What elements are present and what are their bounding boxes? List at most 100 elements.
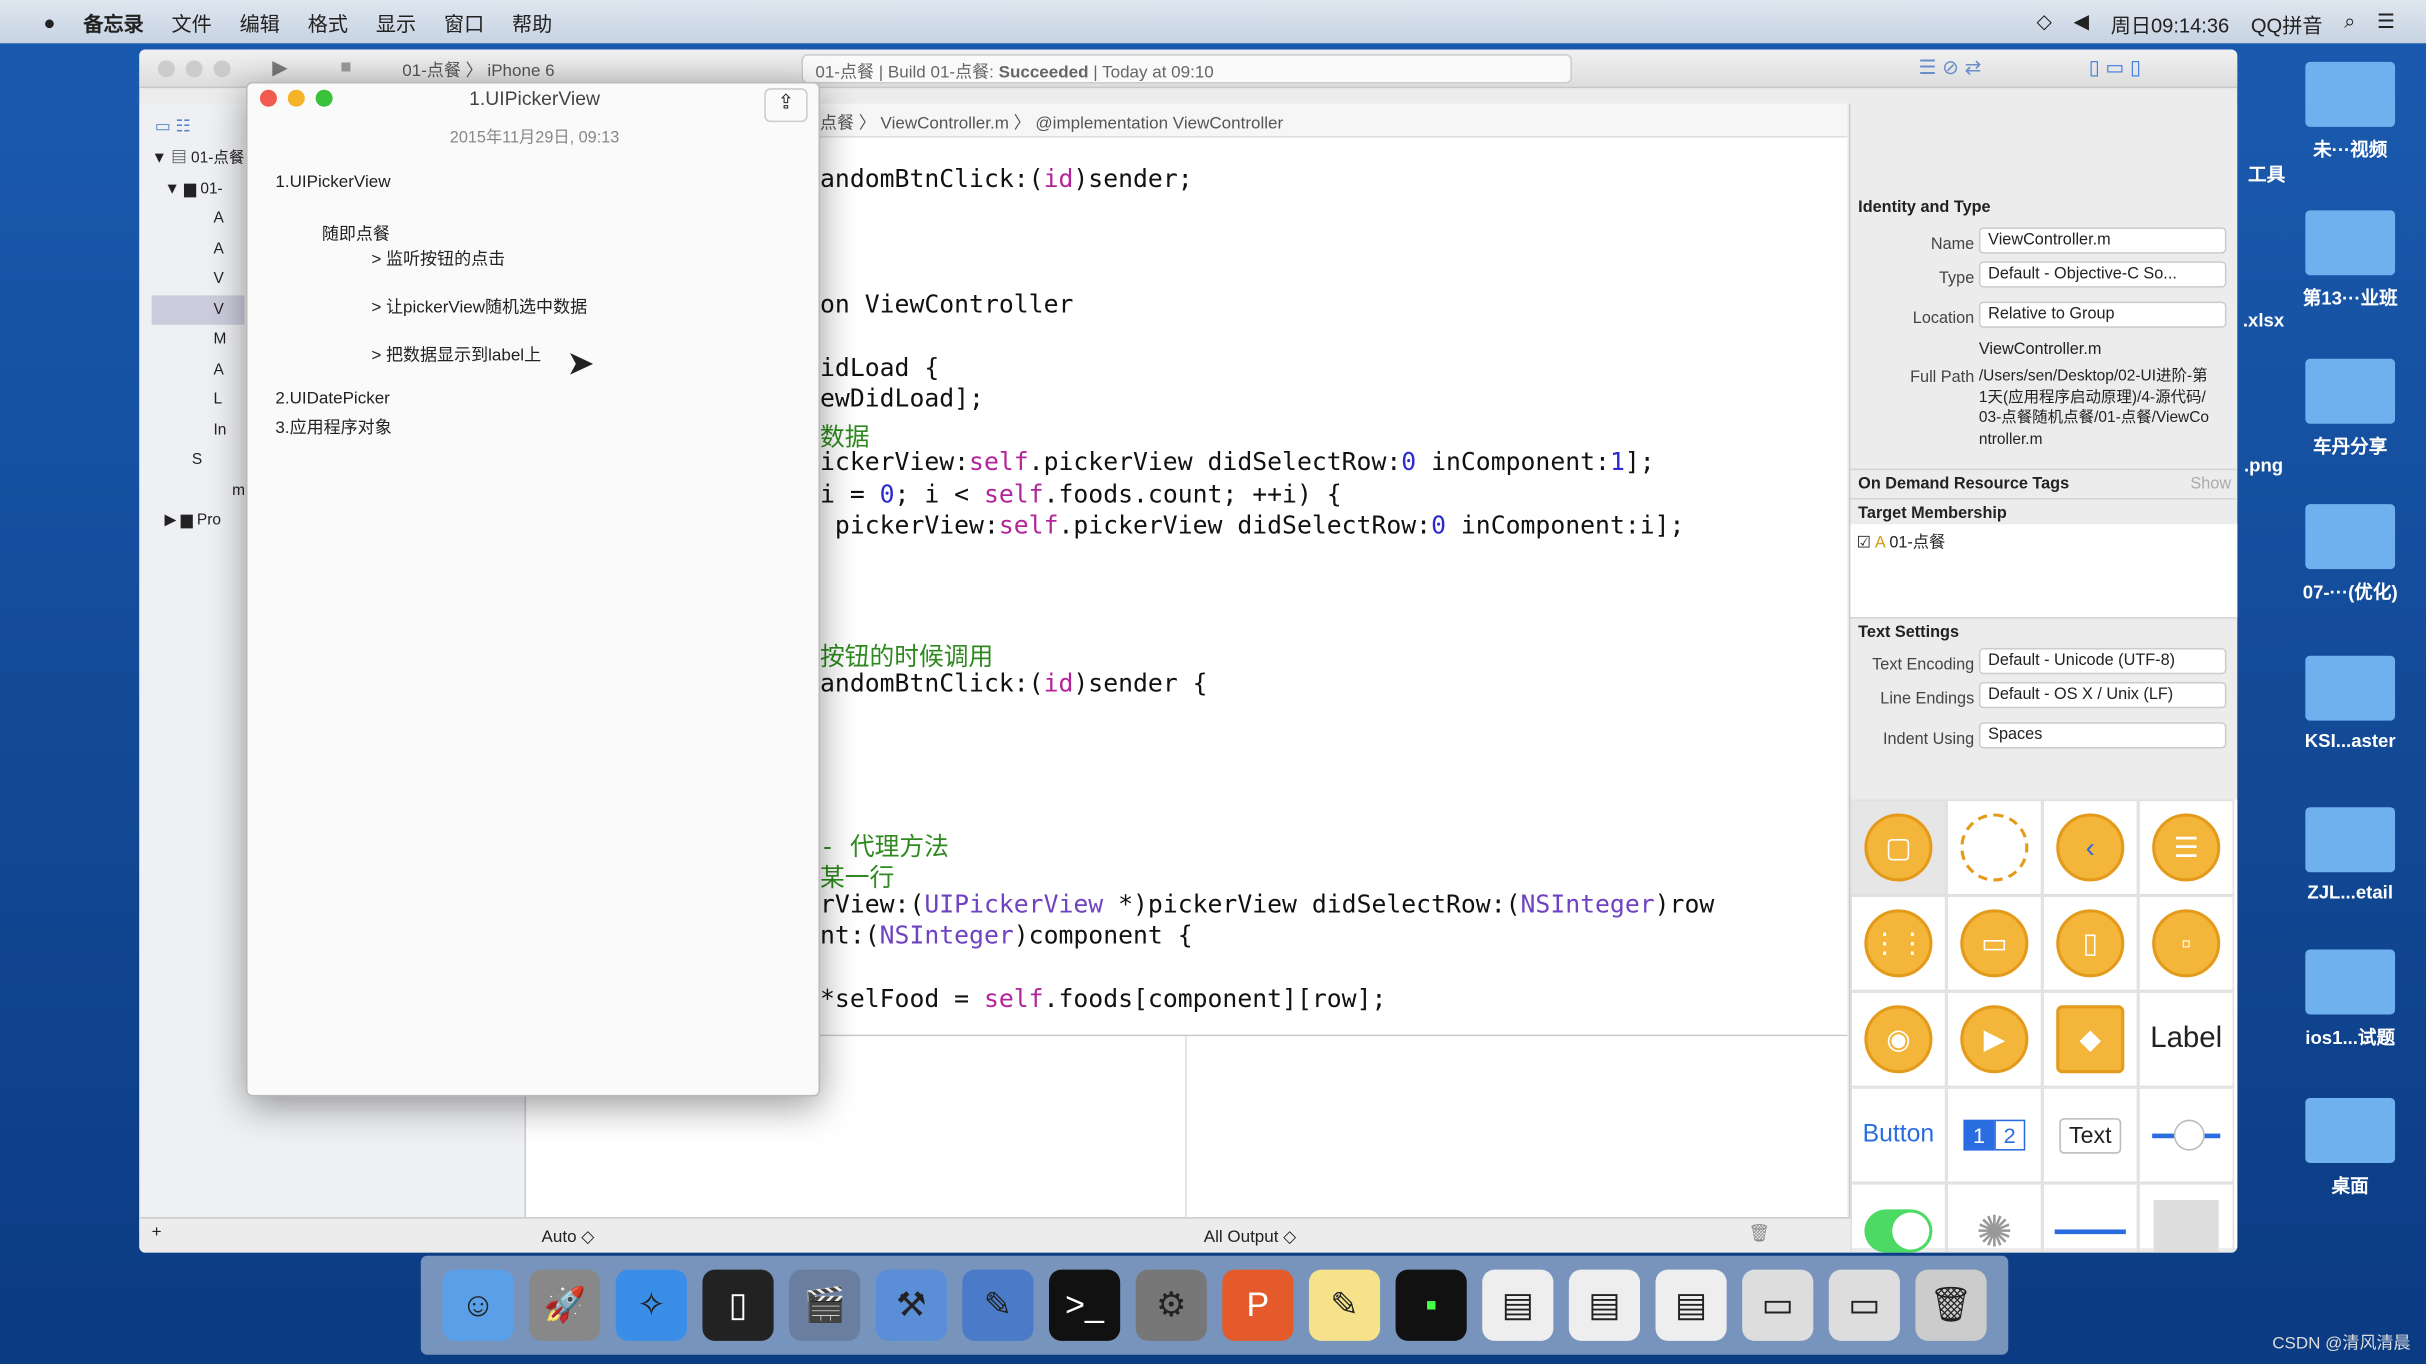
app-icon: A	[1874, 533, 1885, 553]
auto-selector[interactable]: Auto ◇	[542, 1226, 595, 1247]
desktop-item[interactable]: 第13···业班	[2281, 210, 2420, 311]
document-icon[interactable]: ▤	[1568, 1269, 1641, 1341]
menu-window[interactable]: 窗口	[444, 7, 484, 36]
type-label: Type	[1939, 269, 1975, 288]
page-control-object[interactable]	[2138, 1183, 2235, 1253]
panel-toggle-icons[interactable]: ▯ ▭ ▯	[2089, 56, 2141, 81]
code-line: nt:(NSInteger)component {	[820, 920, 1193, 950]
folder-icon	[2305, 210, 2396, 276]
finder-icon[interactable]: ☺	[442, 1269, 514, 1341]
desktop-item[interactable]: KSI...aster	[2281, 655, 2420, 752]
endings-select[interactable]: Default - OS X / Unix (LF)	[1978, 682, 2227, 709]
clock[interactable]: 周日09:14:36	[2111, 9, 2230, 38]
menu-help[interactable]: 帮助	[512, 7, 552, 36]
scheme-selector[interactable]: 01-点餐 〉 iPhone 6	[402, 57, 554, 82]
tab-bar-object[interactable]: ▭	[1946, 895, 2043, 992]
volume-icon[interactable]: ◀	[2074, 9, 2089, 38]
notes-icon[interactable]: ✎	[1308, 1269, 1381, 1341]
menu-format[interactable]: 格式	[308, 7, 348, 36]
segmented-control-object[interactable]: 12	[1946, 1087, 2043, 1184]
code-line: rView:(UIPickerView *)pickerView didSele…	[820, 889, 1715, 919]
notification-center-icon[interactable]: ☰	[2377, 9, 2395, 38]
menu-file[interactable]: 文件	[172, 7, 212, 36]
code-line: *selFood = self.foods[component][row];	[820, 983, 1387, 1013]
instruments-icon[interactable]: ✎	[962, 1269, 1034, 1341]
activity-indicator-object[interactable]: ✺	[1946, 1183, 2043, 1253]
split-view-object[interactable]: ▫	[2138, 895, 2235, 992]
fullpath-value: /Users/sen/Desktop/02-UI进阶-第1天(应用程序启动原理)…	[1978, 368, 2210, 448]
document-icon[interactable]: ▤	[1655, 1269, 1727, 1341]
code-line: andomBtnClick:(id)sender {	[820, 668, 1208, 698]
spotlight-icon[interactable]: ⌕	[2344, 9, 2355, 38]
switch-object[interactable]	[1850, 1183, 1947, 1253]
system-preferences-icon[interactable]: ⚙	[1135, 1269, 1207, 1341]
presentation-app-icon[interactable]: P	[1222, 1269, 1294, 1341]
menu-edit[interactable]: 编辑	[240, 7, 280, 36]
button-object[interactable]: Button	[1850, 1087, 1947, 1184]
object-cube[interactable]: ◆	[2042, 991, 2139, 1088]
screen-icon[interactable]: ▭	[1742, 1269, 1814, 1341]
location-select[interactable]: Relative to Group	[1978, 301, 2227, 328]
jump-bar[interactable]: 点餐 〉 ViewController.m 〉 @implementation …	[820, 103, 1848, 138]
add-icon[interactable]: +	[152, 1223, 162, 1242]
editor-mode-icons[interactable]: ☰ ⊘ ⇄	[1919, 56, 1982, 81]
trash-icon[interactable]: 🗑	[1915, 1269, 1987, 1341]
view-controller-object[interactable]: ▢	[1850, 799, 1947, 896]
target-checkbox[interactable]: ☑	[1857, 534, 1872, 553]
ondemand-title: On Demand Resource Tags Show	[1850, 468, 2238, 498]
name-field[interactable]: ViewController.m	[1978, 227, 2227, 254]
desktop-item[interactable]: 未···视频	[2281, 61, 2420, 163]
terminal-icon[interactable]: >_	[1049, 1269, 1121, 1341]
input-method[interactable]: QQ拼音	[2251, 9, 2323, 38]
output-selector[interactable]: All Output ◇	[1204, 1226, 1297, 1247]
menu-notes[interactable]: 备忘录	[83, 7, 143, 36]
text-field-object[interactable]: Text	[2042, 1087, 2139, 1184]
glkit-object[interactable]: ◉	[1850, 991, 1947, 1088]
show-button[interactable]: Show	[2190, 475, 2231, 494]
launchpad-icon[interactable]: 🚀	[529, 1269, 601, 1341]
xcode-icon[interactable]: ⚒	[875, 1269, 947, 1341]
note-line: 1.UIPickerView	[275, 173, 391, 192]
menu-view[interactable]: 显示	[376, 7, 416, 36]
encoding-label: Text Encoding	[1872, 655, 1975, 675]
type-select[interactable]: Default - Objective-C So...	[1978, 261, 2227, 288]
file-tree[interactable]: ▼ ▤ 01-点餐 ▼ ▆ 01- A A V V M A L In S m ▶…	[151, 144, 245, 536]
code-line: pickerView:self.pickerView didSelectRow:…	[820, 510, 1685, 540]
apple-menu-icon[interactable]: ●	[43, 10, 55, 33]
collection-view-object[interactable]: ⋮⋮	[1850, 895, 1947, 992]
av-player-object[interactable]: ▶	[1946, 991, 2043, 1088]
note-line: 2.UIDatePicker	[275, 389, 390, 409]
label-object[interactable]: Label	[2138, 991, 2235, 1088]
video-app-icon[interactable]: 🎬	[789, 1269, 861, 1341]
indent-select[interactable]: Spaces	[1978, 722, 2227, 749]
wifi-icon[interactable]: ◇	[2036, 9, 2051, 38]
progress-view-object[interactable]	[2042, 1183, 2139, 1253]
encoding-select[interactable]: Default - Unicode (UTF-8)	[1978, 647, 2227, 675]
desktop-item[interactable]: 07-···(优化)	[2281, 504, 2420, 605]
page-view-object[interactable]: ▯	[2042, 895, 2139, 992]
safari-icon[interactable]: ✧	[615, 1269, 687, 1341]
file-inspector: Identity and Type Name ViewController.m …	[1848, 103, 2238, 1253]
table-view-controller-object[interactable]: ☰	[2138, 799, 2235, 896]
navigation-controller-object[interactable]: ‹	[2042, 799, 2139, 896]
identity-title: Identity and Type	[1858, 197, 1991, 217]
exec-icon[interactable]: ▪	[1395, 1269, 1467, 1341]
note-line: 3.应用程序对象	[275, 419, 392, 438]
desktop-item[interactable]: 桌面	[2281, 1098, 2420, 1199]
desktop-item[interactable]: 车丹分享	[2281, 358, 2420, 460]
trash-icon[interactable]: 🗑	[1748, 1223, 1770, 1244]
screen-icon[interactable]: ▭	[1828, 1269, 1900, 1341]
slider-object[interactable]	[2138, 1087, 2235, 1184]
stop-button[interactable]: ■	[340, 56, 351, 78]
desktop-item[interactable]: ios1...试题	[2281, 949, 2420, 1051]
desktop-item[interactable]: ZJL...etail	[2281, 807, 2420, 903]
code-editor[interactable]: andomBtnClick:(id)sender; on ViewControll…	[820, 137, 1848, 1035]
view-object[interactable]	[1946, 799, 2043, 896]
document-icon[interactable]: ▤	[1482, 1269, 1554, 1341]
folder-icon	[2305, 807, 2396, 873]
share-icon[interactable]: ⇪	[764, 88, 808, 123]
run-button[interactable]: ▶	[272, 56, 287, 81]
mouse-app-icon[interactable]: ▯	[702, 1269, 774, 1341]
folder-icon	[2305, 1098, 2396, 1163]
target-list: ☑ A 01-点餐	[1850, 524, 2238, 618]
